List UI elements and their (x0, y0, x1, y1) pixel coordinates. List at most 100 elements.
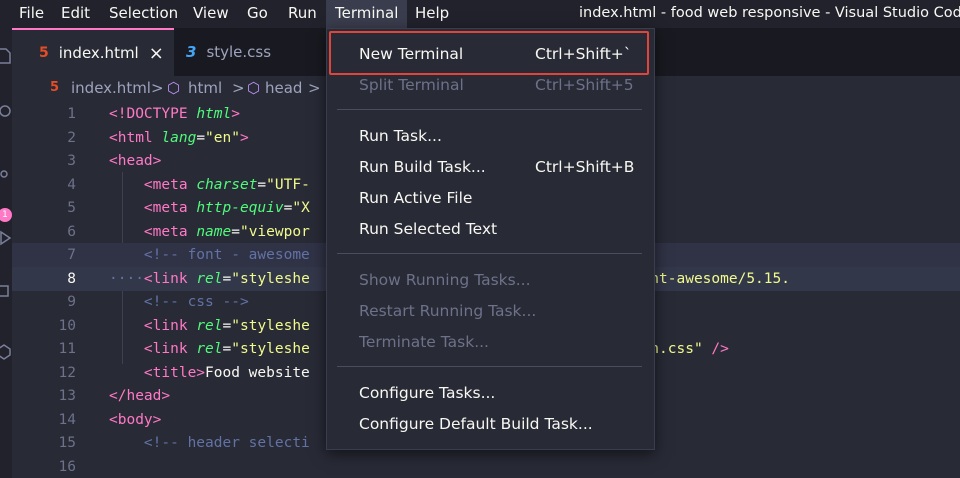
tab-style-css[interactable]: 3 style.css (186, 28, 336, 76)
line-code: <link rel="styleshe (109, 314, 310, 338)
menu-item-label: Configure Tasks... (359, 384, 496, 402)
element-icon: ⬡ (167, 79, 181, 97)
menu-separator (337, 366, 642, 367)
line-code: <body> (109, 408, 161, 432)
tab-label: style.css (206, 43, 272, 61)
menu-item-run-task[interactable]: Run Task... (327, 121, 654, 152)
code-token: </head> (109, 388, 171, 404)
menu-go[interactable]: Go (247, 0, 268, 28)
menu-separator (337, 109, 642, 110)
line-code: <meta charset="UTF- (109, 173, 310, 197)
html-file-icon: 5 (50, 80, 60, 95)
line-code: <!DOCTYPE html> (109, 102, 240, 126)
menu-item-configure-tasks[interactable]: Configure Tasks... (327, 378, 654, 409)
code-token: <link (143, 341, 197, 357)
line-number: 15 (58, 435, 76, 451)
code-token: "X (292, 200, 310, 216)
breadcrumb-html[interactable]: html (188, 76, 222, 100)
line-number: 6 (67, 223, 76, 240)
menu-edit[interactable]: Edit (61, 0, 90, 28)
code-token: > (231, 106, 240, 122)
source-control-icon[interactable] (0, 166, 12, 182)
line-code: <meta http-equiv="X (109, 196, 310, 220)
code-token: <link (143, 270, 197, 287)
code-line[interactable]: 16 (12, 455, 960, 478)
menu-item-label: Configure Default Build Task... (359, 415, 593, 433)
tab-index-html[interactable]: 5 index.html × (12, 28, 174, 76)
explorer-icon[interactable] (0, 48, 12, 64)
code-token: <head> (109, 153, 162, 169)
code-token: = (222, 317, 232, 334)
code-token: <!-- css --> (109, 294, 249, 310)
code-token: rel (196, 270, 223, 287)
menu-view[interactable]: View (193, 0, 229, 28)
extensions-icon[interactable] (0, 284, 12, 300)
code-token: "UTF- (266, 176, 310, 193)
code-token: "viewpor (239, 223, 310, 240)
menu-terminal[interactable]: Terminal (326, 0, 408, 28)
code-token: <!DOCTYPE (109, 106, 197, 122)
line-number: 1 (67, 106, 76, 122)
line-code: <!-- header selecti (109, 431, 310, 455)
menu-help[interactable]: Help (415, 0, 449, 28)
line-number: 3 (67, 153, 76, 169)
remote-explorer-icon[interactable] (0, 344, 12, 360)
search-icon[interactable] (0, 104, 12, 120)
breadcrumb-file[interactable]: index.html (71, 76, 151, 100)
code-token: ···· (109, 270, 144, 287)
menu-item-label: Restart Running Task... (359, 302, 537, 320)
tab-label: index.html (58, 44, 139, 62)
breadcrumb-separator: > (232, 79, 245, 97)
menu-item-run-selected-text[interactable]: Run Selected Text (327, 214, 654, 245)
breadcrumb-separator: > (308, 79, 321, 97)
code-token: > (239, 129, 249, 146)
close-icon[interactable]: × (149, 43, 164, 64)
code-token: <!-- font - awesome (109, 247, 310, 263)
menu-item-run-active-file[interactable]: Run Active File (327, 183, 654, 214)
new-terminal-highlight (329, 31, 649, 75)
line-code: <!-- font - awesome (109, 243, 310, 267)
code-token: lang (161, 129, 197, 146)
code-token: = (222, 270, 232, 287)
run-debug-icon[interactable] (0, 230, 12, 246)
menu-item-run-build-task[interactable]: Run Build Task... Ctrl+Shift+B (327, 152, 654, 183)
source-control-badge: 1 (0, 208, 12, 222)
line-number: 14 (58, 411, 76, 428)
menu-file[interactable]: File (19, 0, 44, 28)
code-token: <html (109, 129, 162, 146)
menu-run[interactable]: Run (288, 0, 317, 28)
menu-selection[interactable]: Selection (109, 0, 178, 28)
line-number: 5 (67, 200, 76, 216)
menu-item-label: Terminate Task... (359, 333, 489, 351)
code-token: "styleshe (231, 341, 310, 357)
code-token: rel (196, 341, 223, 357)
code-token: <body> (109, 411, 162, 428)
line-number: 9 (67, 294, 76, 310)
menu-item-label: Run Active File (359, 189, 473, 207)
line-number: 16 (58, 458, 76, 475)
menu-item-terminate-task: Terminate Task... (327, 327, 654, 358)
menu-item-restart-running-task: Restart Running Task... (327, 296, 654, 327)
line-number: 12 (58, 364, 76, 381)
code-token: = (257, 176, 267, 193)
code-token: = (231, 223, 240, 240)
line-code: <html lang="en"> (109, 126, 249, 150)
code-token: name (196, 223, 232, 240)
activity-bar: 1 (0, 28, 12, 478)
element-icon: ⬡ (247, 79, 261, 97)
breadcrumb-head[interactable]: head (265, 76, 302, 100)
menu-item-configure-default-build-task[interactable]: Configure Default Build Task... (327, 409, 654, 440)
code-token: = (222, 341, 232, 357)
code-token: rel (196, 317, 223, 334)
terminal-menu: New Terminal Ctrl+Shift+` Split Terminal Ct… (326, 28, 655, 450)
window-title: index.html - food web responsive - Visua… (579, 5, 960, 21)
line-number: 13 (58, 388, 76, 404)
breadcrumb-separator: > (151, 79, 164, 97)
code-token: /> (702, 341, 729, 357)
